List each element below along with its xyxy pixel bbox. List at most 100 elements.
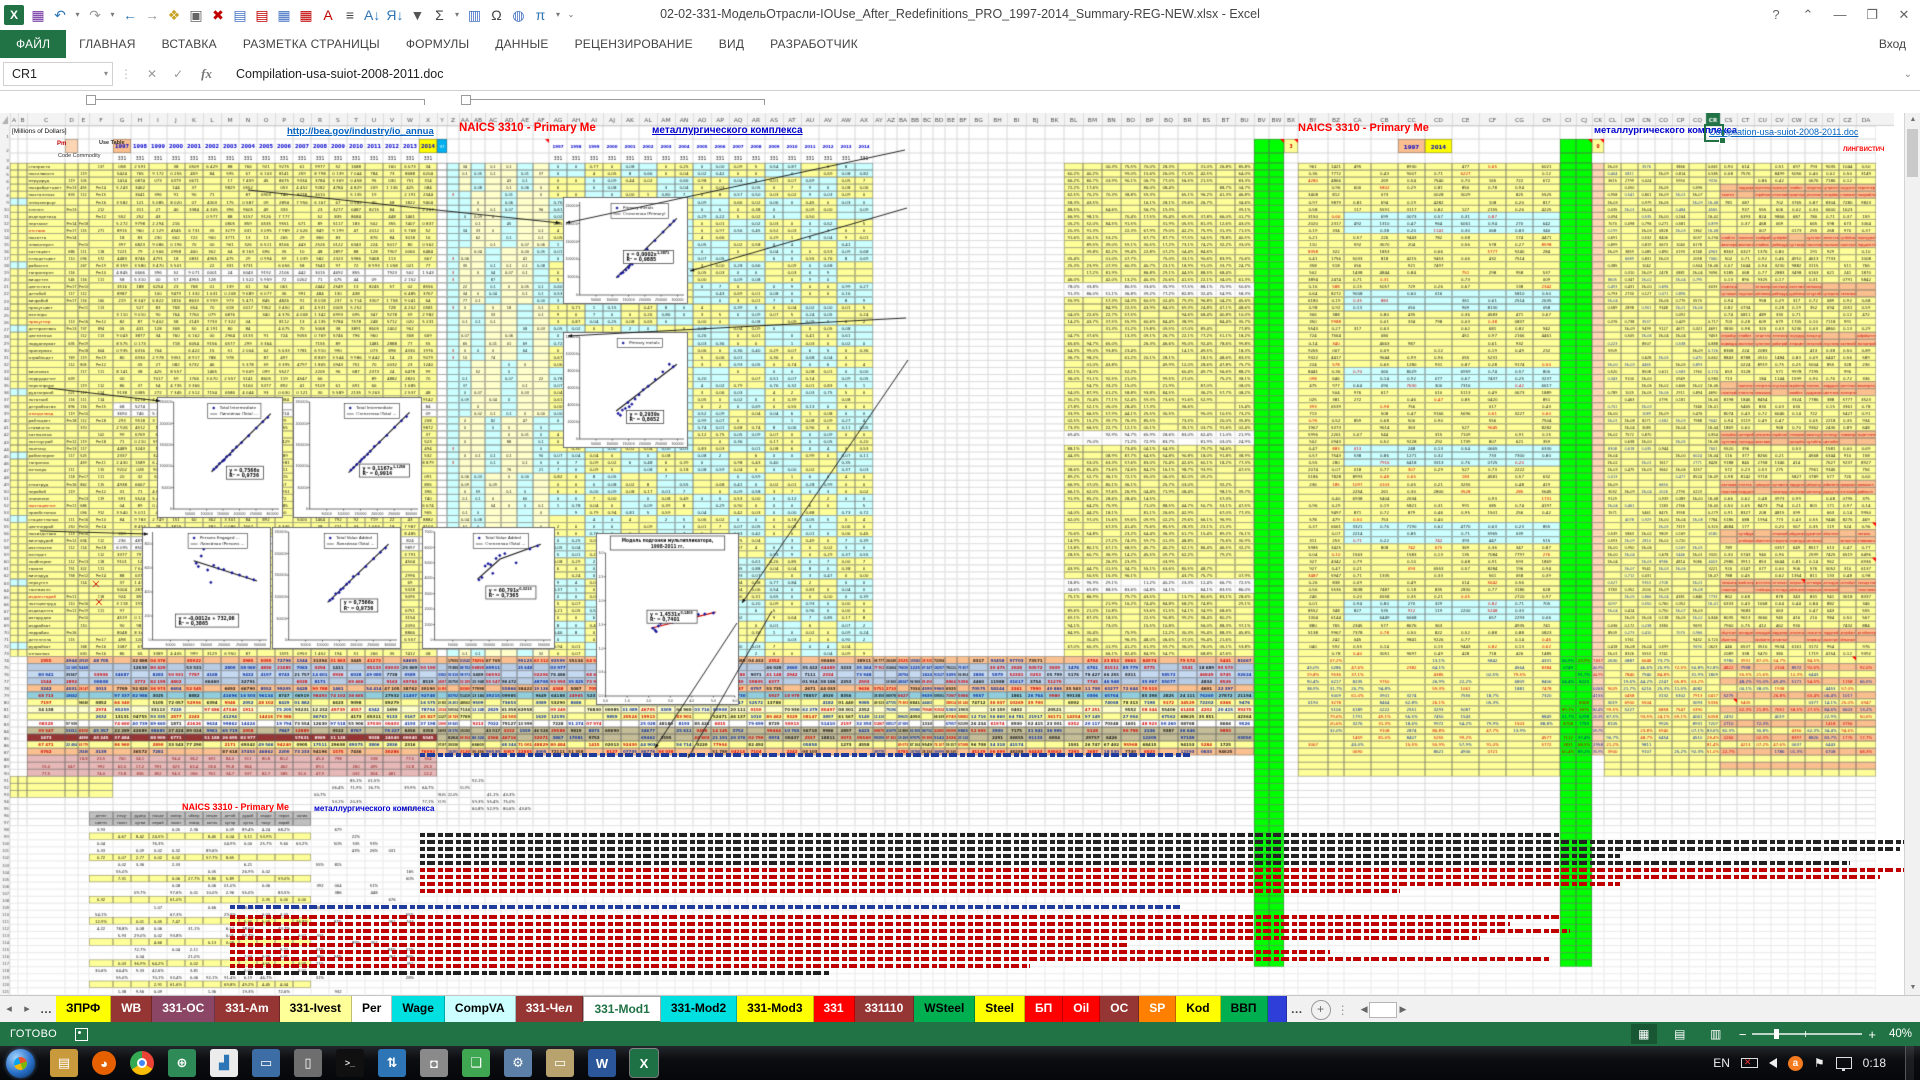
paste-special-icon[interactable]: ▣ (188, 0, 204, 30)
sheet-tab-Per[interactable]: Per (352, 996, 392, 1023)
language-indicator[interactable]: EN (1713, 1056, 1730, 1070)
chart-primary-metals-power[interactable] (563, 197, 688, 304)
sheet-overflow-left[interactable]: … (36, 996, 56, 1023)
chart-total-intermediate-power[interactable] (293, 397, 422, 518)
pi-dropdown-icon[interactable]: ▾ (554, 0, 561, 30)
taskbar-chrome-icon[interactable] (130, 1051, 154, 1075)
taskbar-monitors-app-icon[interactable]: ❏ (462, 1049, 490, 1077)
page-break-view-button[interactable]: ▥ (1703, 1024, 1729, 1044)
taskbar-server-app-icon[interactable]: ▯ (294, 1049, 322, 1077)
macro-record-icon[interactable] (75, 1028, 88, 1041)
chart-total-value-added-linear[interactable] (272, 527, 401, 649)
delete-table-icon[interactable]: ▦ (298, 0, 314, 30)
sheet-tab-331-Чел[interactable]: 331-Чел (516, 996, 584, 1023)
add-sheet-button[interactable]: + (1311, 1000, 1331, 1020)
taskbar-settings-app-icon[interactable]: ⚙ (504, 1049, 532, 1077)
hscroll-right-icon[interactable]: ▶ (1399, 1004, 1406, 1015)
sheet-tab-SP[interactable]: SP (1139, 996, 1176, 1023)
start-button[interactable] (6, 1049, 35, 1078)
volume-icon[interactable] (1769, 1058, 1777, 1068)
redo-icon[interactable]: ↷ (87, 0, 103, 30)
sheet-tab-БП[interactable]: БП (1025, 996, 1063, 1023)
taskbar-firefox-icon[interactable]: ◕ (92, 1051, 116, 1075)
taskbar-display-app-icon[interactable]: ▭ (252, 1049, 280, 1077)
sheet-tab-331-Am[interactable]: 331-Am (215, 996, 279, 1023)
restore-button[interactable]: ❐ (1858, 3, 1886, 27)
sheet-tab-Oil[interactable]: Oil (1063, 996, 1100, 1023)
ribbon-tab-вид[interactable]: ВИД (706, 30, 757, 58)
scroll-down-icon[interactable]: ▼ (1905, 981, 1920, 995)
taskbar-sync-app-icon[interactable]: ⇅ (378, 1049, 406, 1077)
hscroll-left-icon[interactable]: ◀ (1361, 1004, 1368, 1015)
save-icon[interactable]: ▦ (30, 0, 46, 30)
autosum-icon[interactable]: Σ (431, 0, 447, 30)
taskbar-printer-app-icon[interactable]: ▭ (546, 1049, 574, 1077)
autosum-dropdown-icon[interactable]: ▾ (453, 0, 460, 30)
sheet-tab-331-Mod2[interactable]: 331-Mod2 (661, 996, 737, 1023)
ribbon-tab-вставка[interactable]: ВСТАВКА (149, 30, 230, 58)
sheet-tab-331[interactable]: 331 (814, 996, 855, 1023)
clock[interactable]: 0:18 (1863, 1056, 1886, 1070)
insert-table-icon[interactable]: ▦ (276, 0, 292, 30)
undo-dropdown-icon[interactable]: ▾ (74, 0, 81, 30)
sheet-tab-WB[interactable]: WB (111, 996, 152, 1023)
zoom-level[interactable]: 40% (1882, 1028, 1912, 1040)
zoom-in-button[interactable]: + (1868, 1027, 1876, 1042)
chart-total-value-added-power[interactable] (422, 527, 555, 649)
taskbar-excel-icon[interactable]: X (630, 1049, 658, 1077)
close-button[interactable]: ✕ (1890, 3, 1918, 27)
ribbon-tab-разработчик[interactable]: РАЗРАБОТЧИК (757, 30, 871, 58)
name-box[interactable]: CR1▾ (3, 62, 113, 86)
avast-icon[interactable]: a (1788, 1056, 1803, 1071)
ribbon-tab-файл[interactable]: ФАЙЛ (0, 30, 66, 58)
taskbar-word-icon[interactable]: W (588, 1049, 616, 1077)
sign-in-link[interactable]: Вход (1879, 30, 1906, 58)
zoom-out-button[interactable]: − (1739, 1027, 1747, 1042)
cr1-hyperlink[interactable]: Compilation-usa-suiot-2008-2011.doc (1709, 128, 1858, 137)
taskbar-terminal-icon[interactable]: >_ (336, 1049, 364, 1077)
ribbon-tab-формулы[interactable]: ФОРМУЛЫ (393, 30, 482, 58)
cancel-icon[interactable]: ✕ (147, 67, 157, 81)
horizontal-scrollbar[interactable]: ◀▶ (1361, 1002, 1407, 1018)
enter-icon[interactable]: ✓ (173, 67, 183, 81)
network-display-icon[interactable] (1836, 1057, 1852, 1069)
formula-input[interactable]: Compilation-usa-suiot-2008-2011.doc (236, 67, 444, 81)
pi-icon[interactable]: π (532, 0, 548, 30)
delete-cells-icon[interactable]: ✖ (210, 0, 226, 30)
normal-view-button[interactable]: ▦ (1631, 1024, 1657, 1044)
sheet-nav-prev-icon[interactable]: ◂ (0, 996, 18, 1023)
ribbon-tab-разметка-страницы[interactable]: РАЗМЕТКА СТРАНИЦЫ (230, 30, 393, 58)
taskbar-vpn-app-icon[interactable]: ◘ (420, 1049, 448, 1077)
ribbon-tab-рецензирование[interactable]: РЕЦЕНЗИРОВАНИЕ (562, 30, 706, 58)
undo-icon[interactable]: ↶ (52, 0, 68, 30)
sheet-tab-Kod[interactable]: Kod (1176, 996, 1220, 1023)
font-color-icon[interactable]: A (320, 0, 336, 30)
vertical-scroll-thumb[interactable] (1907, 129, 1918, 177)
sheet-tab-331-ОС[interactable]: 331-ОС (152, 996, 215, 1023)
sheet-nav-next-icon[interactable]: ▸ (18, 996, 36, 1023)
ribbon-display-button[interactable]: ⌃ (1794, 3, 1822, 27)
sheet-tab-WSteel[interactable]: WSteel (914, 996, 975, 1023)
horizontal-scroll-thumb[interactable] (1369, 1002, 1397, 1018)
sheet-tab-331-Ivest[interactable]: 331-Ivest (280, 996, 352, 1023)
delete-rows-icon[interactable]: ▤ (254, 0, 270, 30)
zoom-slider-thumb[interactable] (1774, 1029, 1779, 1039)
filter-icon[interactable]: ▼ (409, 0, 425, 30)
sheet-tab-partial[interactable] (1268, 996, 1287, 1023)
scroll-up-icon[interactable]: ▲ (1905, 113, 1920, 127)
chart-total-intermediate-linear[interactable] (157, 397, 283, 518)
sheet-tab-331-Mod3[interactable]: 331-Mod3 (737, 996, 813, 1023)
format-painter-icon[interactable]: ❖ (166, 0, 182, 30)
taskbar-globe-app-icon[interactable]: ⊕ (168, 1049, 196, 1077)
formula-bar-expand-icon[interactable]: ⌄ (1904, 69, 1912, 80)
sheet-overflow-right[interactable]: … (1287, 996, 1307, 1023)
ribbon-tab-главная[interactable]: ГЛАВНАЯ (66, 30, 148, 58)
sheet-tab-331-Mod1[interactable]: 331-Mod1 (583, 996, 660, 1023)
sheet-tab-Steel[interactable]: Steel (975, 996, 1025, 1023)
taskbar-chart-app-icon[interactable]: ▟ (210, 1049, 238, 1077)
omega-icon[interactable]: Ω (488, 0, 504, 30)
merge-cells-icon[interactable]: ▥ (466, 0, 482, 30)
align-justify-icon[interactable]: ≡ (342, 0, 358, 30)
chart-multiplier-model[interactable] (596, 533, 739, 705)
chart-persons-engaged[interactable] (142, 527, 271, 649)
